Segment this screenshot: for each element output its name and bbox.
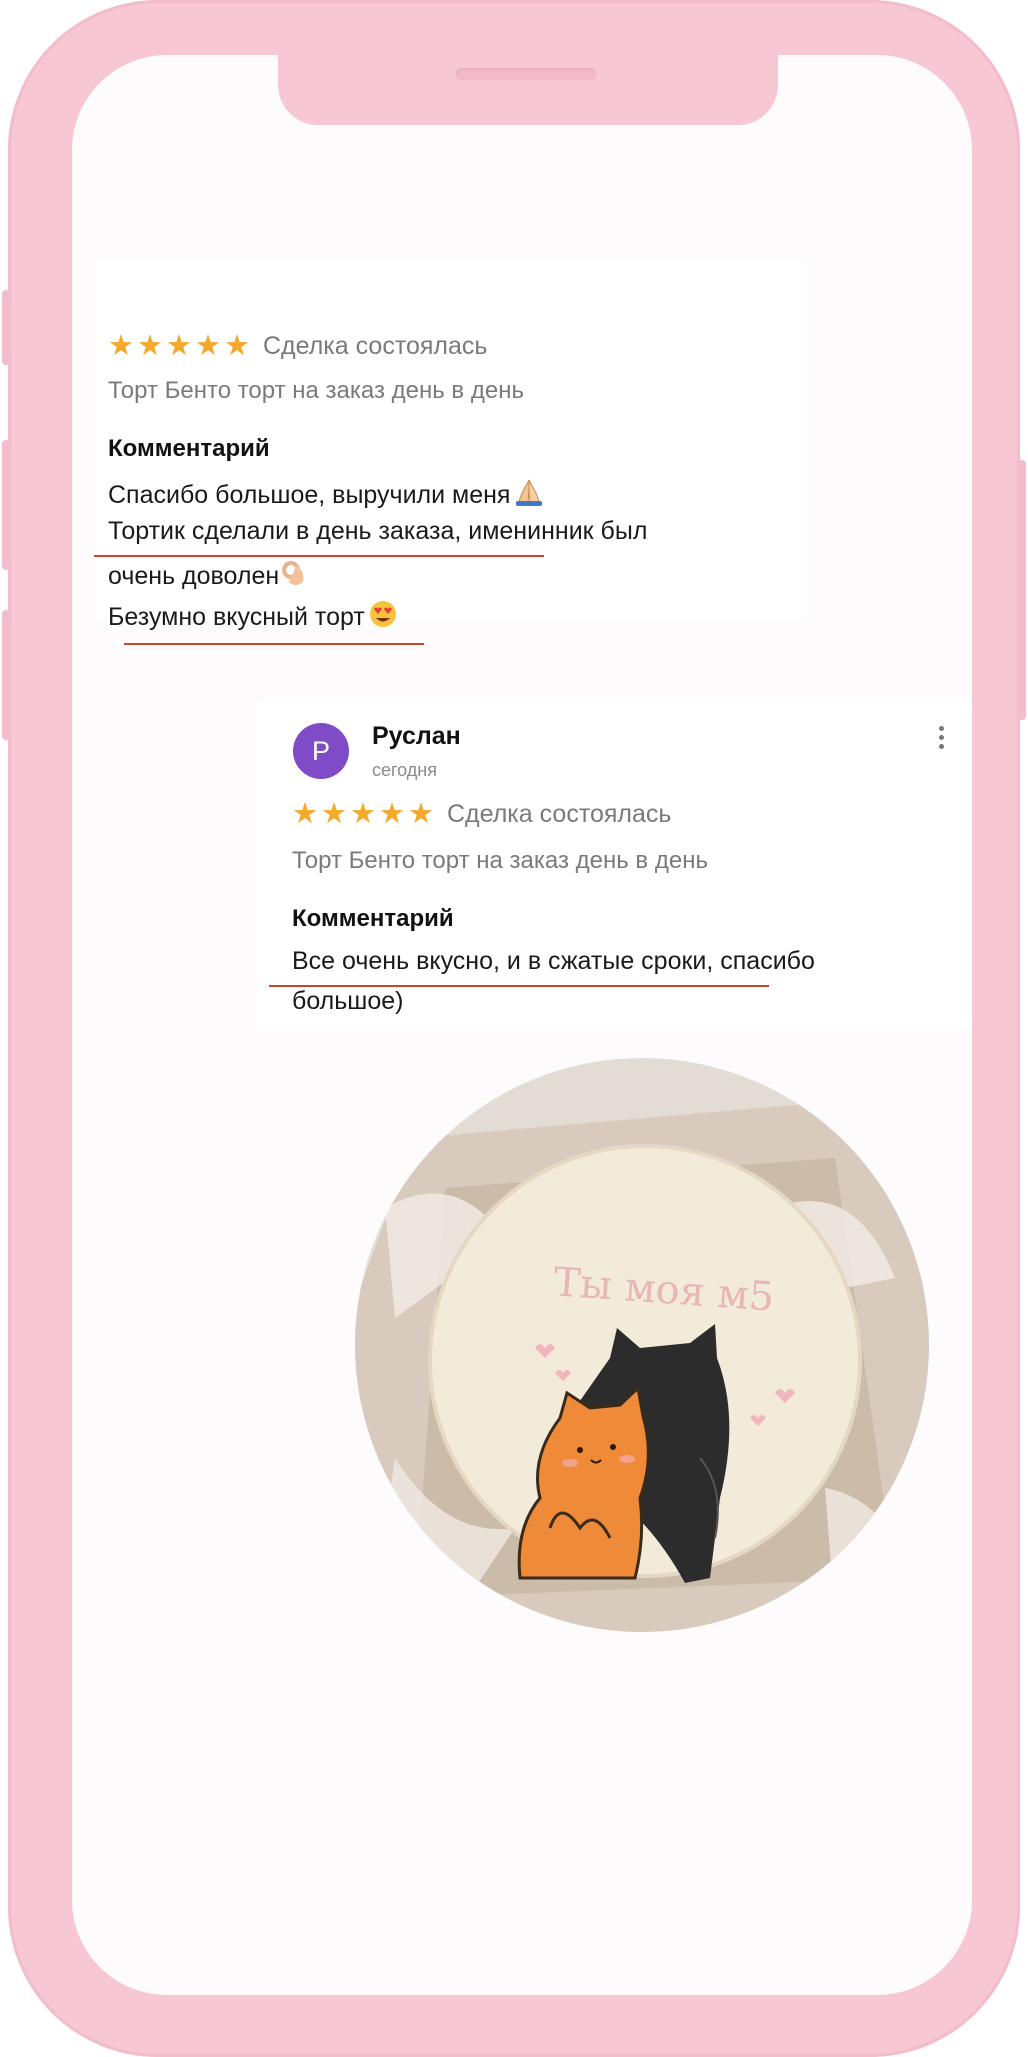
deal-status: Сделка состоялась xyxy=(263,332,488,360)
more-options-icon[interactable] xyxy=(938,726,946,753)
comment-line: Все очень вкусно, и в сжатые сроки, спас… xyxy=(292,947,815,975)
ok-hand-icon xyxy=(281,558,309,595)
highlight-underline xyxy=(124,643,424,645)
phone-frame: ★ ★ ★ ★ ★ Сделка состоялась Торт Бенто т… xyxy=(2,0,1026,2057)
star-icon: ★ xyxy=(166,330,192,362)
comment-line: Безумно вкусный торт xyxy=(108,599,399,636)
speaker-grille xyxy=(456,68,596,80)
star-icon: ★ xyxy=(408,798,434,830)
screen: ★ ★ ★ ★ ★ Сделка состоялась Торт Бенто т… xyxy=(72,55,972,1995)
review-date: сегодня xyxy=(372,760,437,780)
volume-up-button xyxy=(2,440,10,570)
comment-line: очень доволен xyxy=(108,558,309,595)
star-icon: ★ xyxy=(292,798,318,830)
praying-hands-icon xyxy=(512,477,546,514)
review-card-2: Р Руслан сегодня ★ ★ ★ ★ ★ Сделка состоя… xyxy=(257,700,972,1030)
rating-row: ★ ★ ★ ★ ★ Сделка состоялась xyxy=(292,800,671,829)
deal-status: Сделка состоялась xyxy=(447,800,672,828)
review-card-1: ★ ★ ★ ★ ★ Сделка состоялась Торт Бенто т… xyxy=(94,260,806,645)
volume-down-button xyxy=(2,610,10,740)
heart-eyes-icon xyxy=(367,599,399,636)
author-name[interactable]: Руслан xyxy=(372,722,461,751)
comment-heading: Комментарий xyxy=(108,435,270,462)
highlight-underline xyxy=(94,555,544,557)
comment-line: Спасибо большое, выручили меня xyxy=(108,477,546,514)
rating-row: ★ ★ ★ ★ ★ Сделка состоялась xyxy=(108,332,487,361)
comment-text: Спасибо большое, выручили меня xyxy=(108,481,511,509)
avatar[interactable]: Р xyxy=(293,723,349,779)
cake-photo: Ты моя м5 xyxy=(355,1058,929,1632)
star-icon: ★ xyxy=(321,798,347,830)
product-name: Торт Бенто торт на заказ день в день xyxy=(292,847,708,874)
star-icon: ★ xyxy=(350,798,376,830)
star-icon: ★ xyxy=(137,330,163,362)
star-icon: ★ xyxy=(195,330,221,362)
star-icon: ★ xyxy=(108,330,134,362)
power-button xyxy=(1018,460,1026,720)
comment-text: Безумно вкусный торт xyxy=(108,603,365,631)
comment-line: большое) xyxy=(292,987,404,1015)
star-icon: ★ xyxy=(379,798,405,830)
product-name: Торт Бенто торт на заказ день в день xyxy=(108,377,524,404)
comment-heading: Комментарий xyxy=(292,905,454,932)
star-icon: ★ xyxy=(224,330,250,362)
notch xyxy=(278,55,778,125)
comment-line: Тортик сделали в день заказа, именинник … xyxy=(108,517,648,545)
comment-text: очень доволен xyxy=(108,562,280,590)
side-button xyxy=(2,290,10,365)
